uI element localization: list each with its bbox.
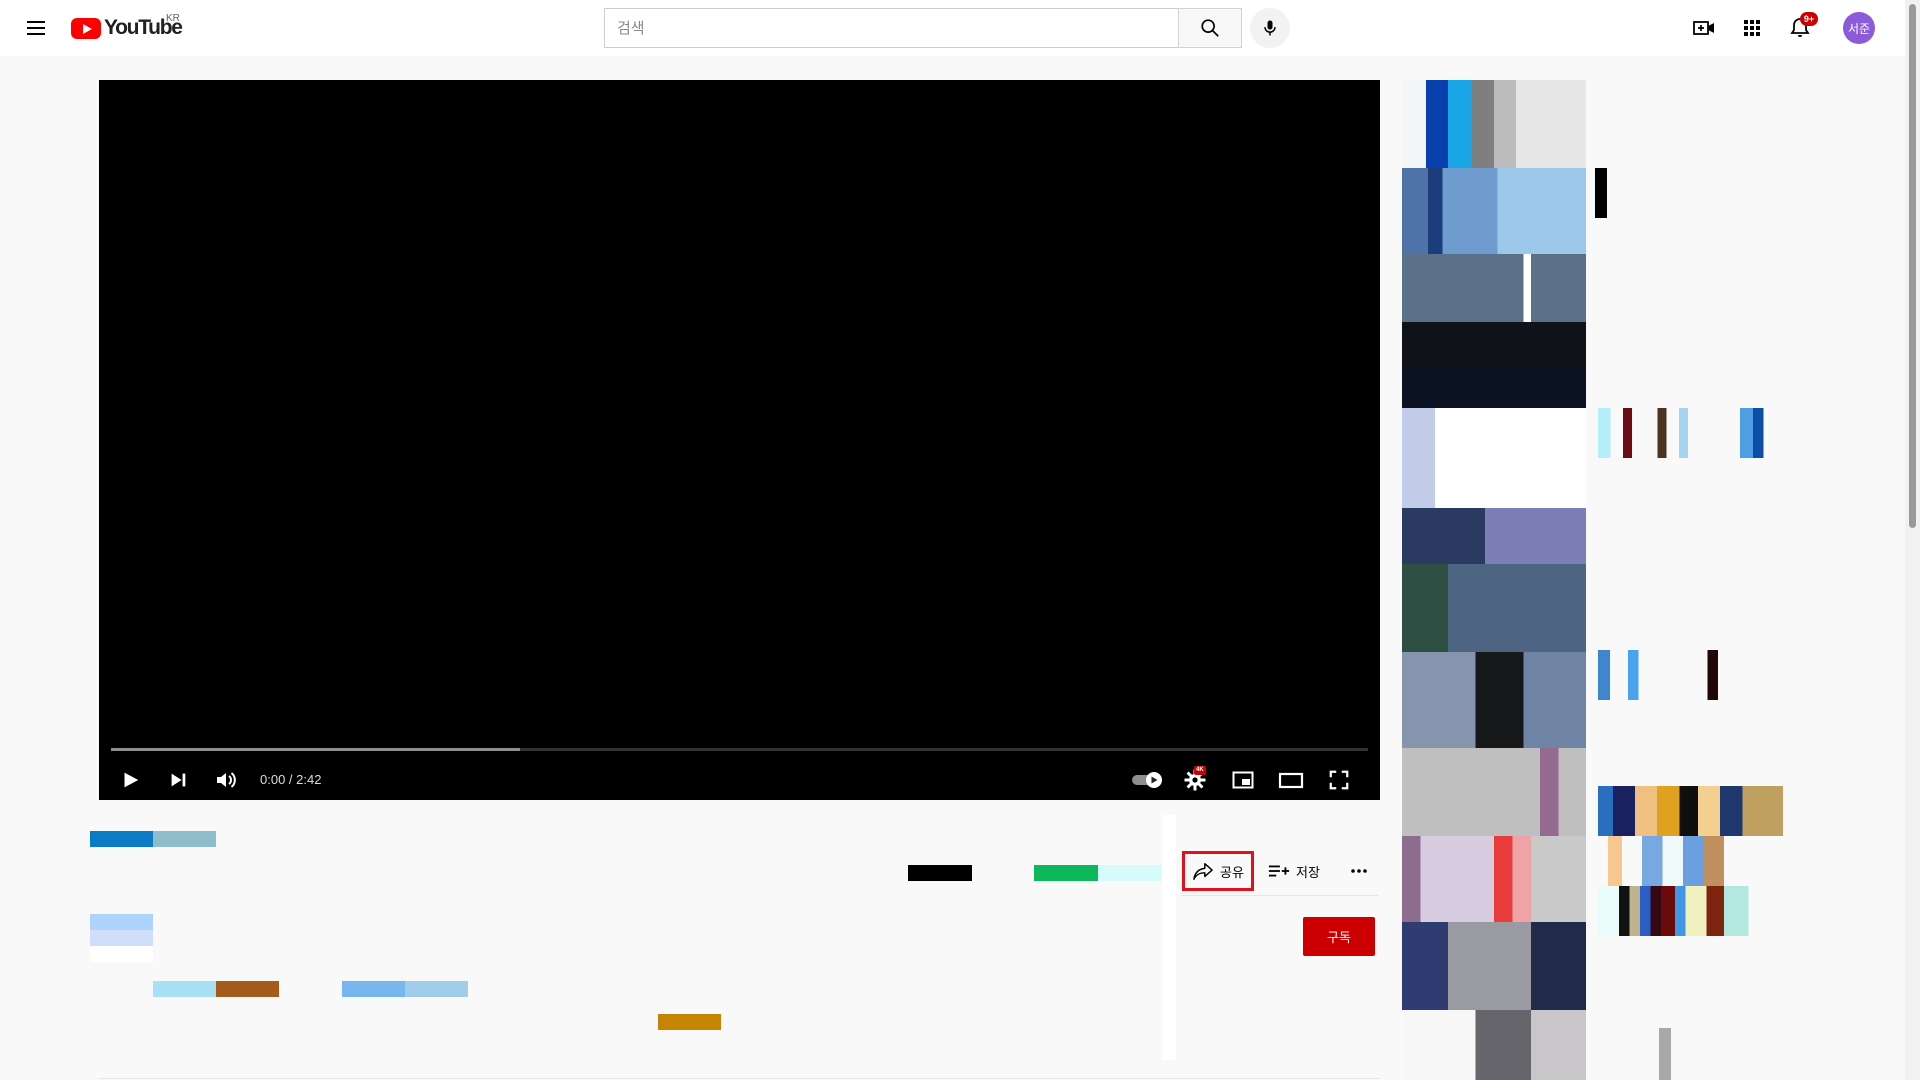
share-icon (1193, 863, 1213, 880)
miniplayer-button[interactable] (1225, 762, 1261, 798)
next-icon (171, 773, 186, 787)
share-label: 공유 (1220, 865, 1244, 881)
miniplayer-icon (1232, 771, 1254, 789)
channel-avatar-block (90, 930, 153, 946)
next-button[interactable] (160, 762, 196, 798)
scrollbar-thumb[interactable] (1909, 4, 1916, 528)
playlist-add-icon (1268, 865, 1290, 877)
description-block (216, 981, 279, 997)
section-divider (99, 1078, 1380, 1079)
create-video-icon (1693, 21, 1714, 35)
more-actions-button[interactable] (1344, 851, 1374, 891)
title-block (153, 831, 216, 847)
channel-avatar-block (90, 946, 153, 962)
channel-avatar-block (90, 914, 153, 930)
recommended-thumbnail[interactable] (1402, 168, 1586, 254)
voice-search-button[interactable] (1250, 8, 1290, 48)
avatar-label: 서준 (1847, 21, 1871, 36)
share-button[interactable]: 공유 (1182, 851, 1254, 891)
recommended-title-block (1598, 408, 1778, 458)
volume-icon (217, 772, 236, 788)
progress-buffered (111, 748, 520, 751)
recommended-title-block (1598, 786, 1783, 836)
apps-grid-icon (1744, 20, 1760, 36)
search-box (604, 8, 1178, 48)
save-label: 저장 (1296, 865, 1320, 881)
recommended-title-block (1598, 886, 1773, 936)
recommended-thumbnail[interactable] (1402, 1010, 1586, 1080)
autoplay-toggle-icon (1132, 772, 1162, 788)
subscribe-button[interactable]: 구독 (1303, 917, 1375, 956)
recommended-thumbnail[interactable] (1402, 508, 1586, 564)
description-block (658, 1014, 721, 1030)
recommended-thumbnail[interactable] (1402, 80, 1586, 168)
page-scrollbar[interactable] (1905, 0, 1920, 1080)
create-button[interactable] (1692, 16, 1716, 40)
quality-badge: 4K (1194, 766, 1206, 775)
recommended-title-block (1595, 168, 1607, 218)
notifications-button[interactable]: 9+ (1788, 12, 1818, 40)
recommended-title-block (1598, 836, 1768, 886)
recommended-thumbnail[interactable] (1402, 564, 1586, 652)
autoplay-toggle[interactable] (1128, 762, 1168, 798)
region-code: KR (166, 13, 180, 24)
stat-block (1098, 865, 1162, 881)
description-block (405, 981, 468, 997)
notification-badge: 9+ (1800, 12, 1818, 26)
search-input[interactable] (605, 9, 1178, 47)
recommended-thumbnail[interactable] (1402, 748, 1586, 836)
stat-block (1034, 865, 1098, 881)
recommended-title-block (1598, 650, 1748, 700)
theater-icon (1278, 772, 1304, 789)
mic-icon (1264, 20, 1276, 36)
description-block (342, 981, 405, 997)
avatar[interactable]: 서준 (1843, 12, 1875, 44)
settings-button[interactable]: 4K (1177, 762, 1213, 798)
description-block (153, 981, 216, 997)
recommended-thumbnail[interactable] (1402, 254, 1586, 322)
youtube-logo-icon (71, 17, 101, 39)
recommended-thumbnail[interactable] (1402, 408, 1586, 508)
time-display: 0:00 / 2:42 (260, 772, 322, 787)
fullscreen-button[interactable] (1321, 762, 1357, 798)
subscribe-label: 구독 (1327, 931, 1351, 946)
video-player[interactable]: 0:00 / 2:42 4K (99, 80, 1380, 800)
masthead: YouTube KR 9+ 서준 (0, 0, 1920, 56)
title-block (90, 831, 153, 847)
stat-block (908, 865, 972, 881)
save-button[interactable]: 저장 (1264, 851, 1334, 891)
recommended-title-block (1659, 1028, 1671, 1080)
panel-divider (1162, 815, 1176, 1060)
search-icon (1201, 19, 1219, 37)
play-icon (124, 772, 139, 788)
mute-button[interactable] (208, 762, 244, 798)
apps-button[interactable] (1740, 16, 1764, 40)
play-button[interactable] (112, 762, 148, 798)
search-button[interactable] (1178, 8, 1242, 48)
actions-divider (1182, 895, 1378, 896)
recommended-thumbnail[interactable] (1402, 836, 1586, 922)
menu-icon[interactable] (24, 16, 48, 40)
recommended-thumbnail[interactable] (1402, 922, 1586, 1010)
theater-mode-button[interactable] (1273, 762, 1309, 798)
recommended-thumbnail[interactable] (1402, 322, 1586, 408)
progress-bar[interactable] (111, 748, 1368, 751)
more-horizontal-icon (1351, 869, 1367, 873)
fullscreen-icon (1329, 770, 1349, 790)
recommended-thumbnail[interactable] (1402, 652, 1586, 748)
